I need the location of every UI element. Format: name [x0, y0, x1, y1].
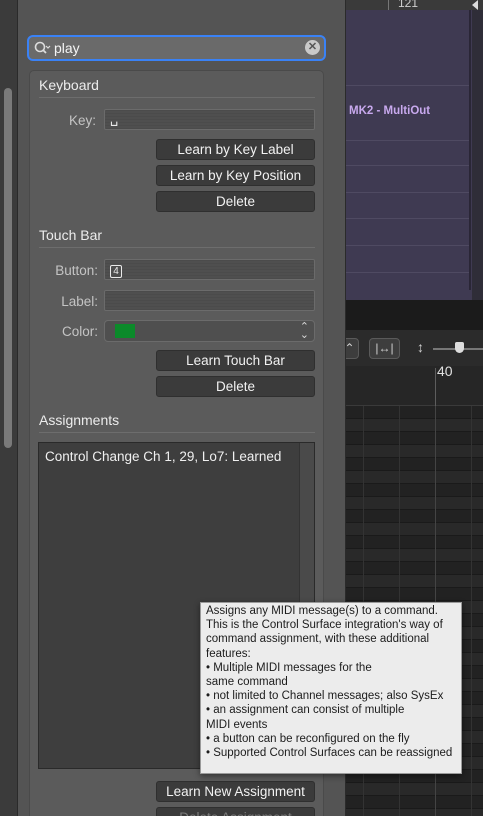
delete-assignment-button[interactable]: Delete Assignment — [156, 807, 315, 816]
touchbar-button-field[interactable]: 4 — [104, 259, 315, 280]
help-tooltip: Assigns any MIDI message(s) to a command… — [200, 602, 462, 774]
section-divider — [39, 247, 315, 248]
playhead-line — [469, 10, 471, 290]
keyboard-section-title: Keyboard — [39, 77, 99, 93]
editor-toolbar: ⌃ |↔| ↕ — [340, 330, 483, 366]
fit-horizontal-icon[interactable]: |↔| — [369, 338, 400, 359]
tooltip-line: • Supported Control Surfaces can be reas… — [206, 747, 453, 760]
tooltip-line: Assigns any MIDI message(s) to a command… — [206, 605, 438, 617]
ruler-tick — [435, 368, 436, 406]
learn-new-assignment-button[interactable]: Learn New Assignment — [156, 781, 315, 802]
tooltip-line: • a button can be reconfigured on the fl… — [206, 732, 410, 745]
region-name: MK2 - MultiOut — [349, 105, 431, 117]
learn-by-key-label-button[interactable]: Learn by Key Label — [156, 139, 315, 160]
ruler-bar-number: 40 — [437, 363, 453, 379]
assignment-item[interactable]: Control Change Ch 1, 29, Lo7: Learned — [45, 449, 281, 464]
clear-search-icon[interactable]: ✕ — [305, 40, 320, 55]
tooltip-line: • not limited to Channel messages; also … — [206, 690, 444, 703]
touchbar-section-title: Touch Bar — [39, 227, 103, 243]
tooltip-line: MIDI events — [206, 718, 268, 731]
ruler-bar-number: 121 — [398, 0, 419, 10]
track-divider — [345, 218, 470, 219]
learn-touch-bar-button[interactable]: Learn Touch Bar — [156, 350, 315, 371]
key-field[interactable]: ␣ — [104, 109, 315, 130]
color-label: Color: — [61, 324, 98, 339]
tooltip-line: This is the Control Surface integration'… — [206, 619, 443, 632]
track-divider — [345, 85, 470, 86]
touchbar-delete-button[interactable]: Delete — [156, 376, 315, 397]
ruler-tick — [388, 0, 389, 10]
tooltip-line: same command — [206, 676, 288, 689]
assignments-section-title: Assignments — [39, 412, 120, 428]
section-divider — [39, 432, 315, 433]
key-commands-window: MK2 - MultiOut 121 ⌃ |↔| ↕ 40 play ✕ Key… — [0, 0, 483, 816]
track-divider — [345, 245, 470, 246]
search-field[interactable]: play ✕ — [27, 35, 326, 61]
search-input[interactable]: play — [54, 40, 80, 56]
key-value: ␣ — [110, 111, 119, 126]
tracks-scrollbar[interactable] — [472, 10, 483, 300]
playhead-marker-icon[interactable] — [472, 0, 478, 10]
commands-list-scrollbar[interactable] — [4, 88, 12, 448]
tooltip-line: • Multiple MIDI messages for the — [206, 661, 372, 674]
key-label: Key: — [68, 113, 96, 128]
button-label: Button: — [55, 263, 98, 278]
track-divider — [345, 165, 470, 166]
touchbar-button-value: 4 — [110, 265, 122, 278]
midi-region[interactable] — [345, 10, 483, 300]
touchbar-label-field[interactable] — [104, 290, 315, 311]
tooltip-line: command assignment, with these additiona… — [206, 633, 430, 646]
keyboard-delete-button[interactable]: Delete — [156, 191, 315, 212]
tooltip-line: • an assignment can consist of multiple — [206, 704, 405, 717]
vertical-zoom-icon[interactable]: ↕ — [417, 339, 424, 355]
track-divider — [345, 192, 470, 193]
section-divider — [39, 97, 315, 98]
color-popup[interactable]: ⌃ ⌄ — [104, 320, 315, 342]
track-divider — [345, 272, 470, 273]
color-swatch — [115, 324, 135, 338]
commands-list-edge — [0, 0, 18, 816]
label-label: Label: — [61, 294, 98, 309]
tooltip-line: features: — [206, 647, 251, 660]
zoom-slider-knob[interactable] — [455, 342, 464, 353]
track-divider — [345, 140, 470, 141]
chevron-updown-icon: ⌃ ⌄ — [299, 321, 309, 341]
learn-by-key-position-button[interactable]: Learn by Key Position — [156, 165, 315, 186]
search-icon[interactable] — [33, 39, 51, 57]
editor-divider[interactable] — [345, 300, 483, 330]
editor-ruler[interactable] — [345, 366, 483, 406]
